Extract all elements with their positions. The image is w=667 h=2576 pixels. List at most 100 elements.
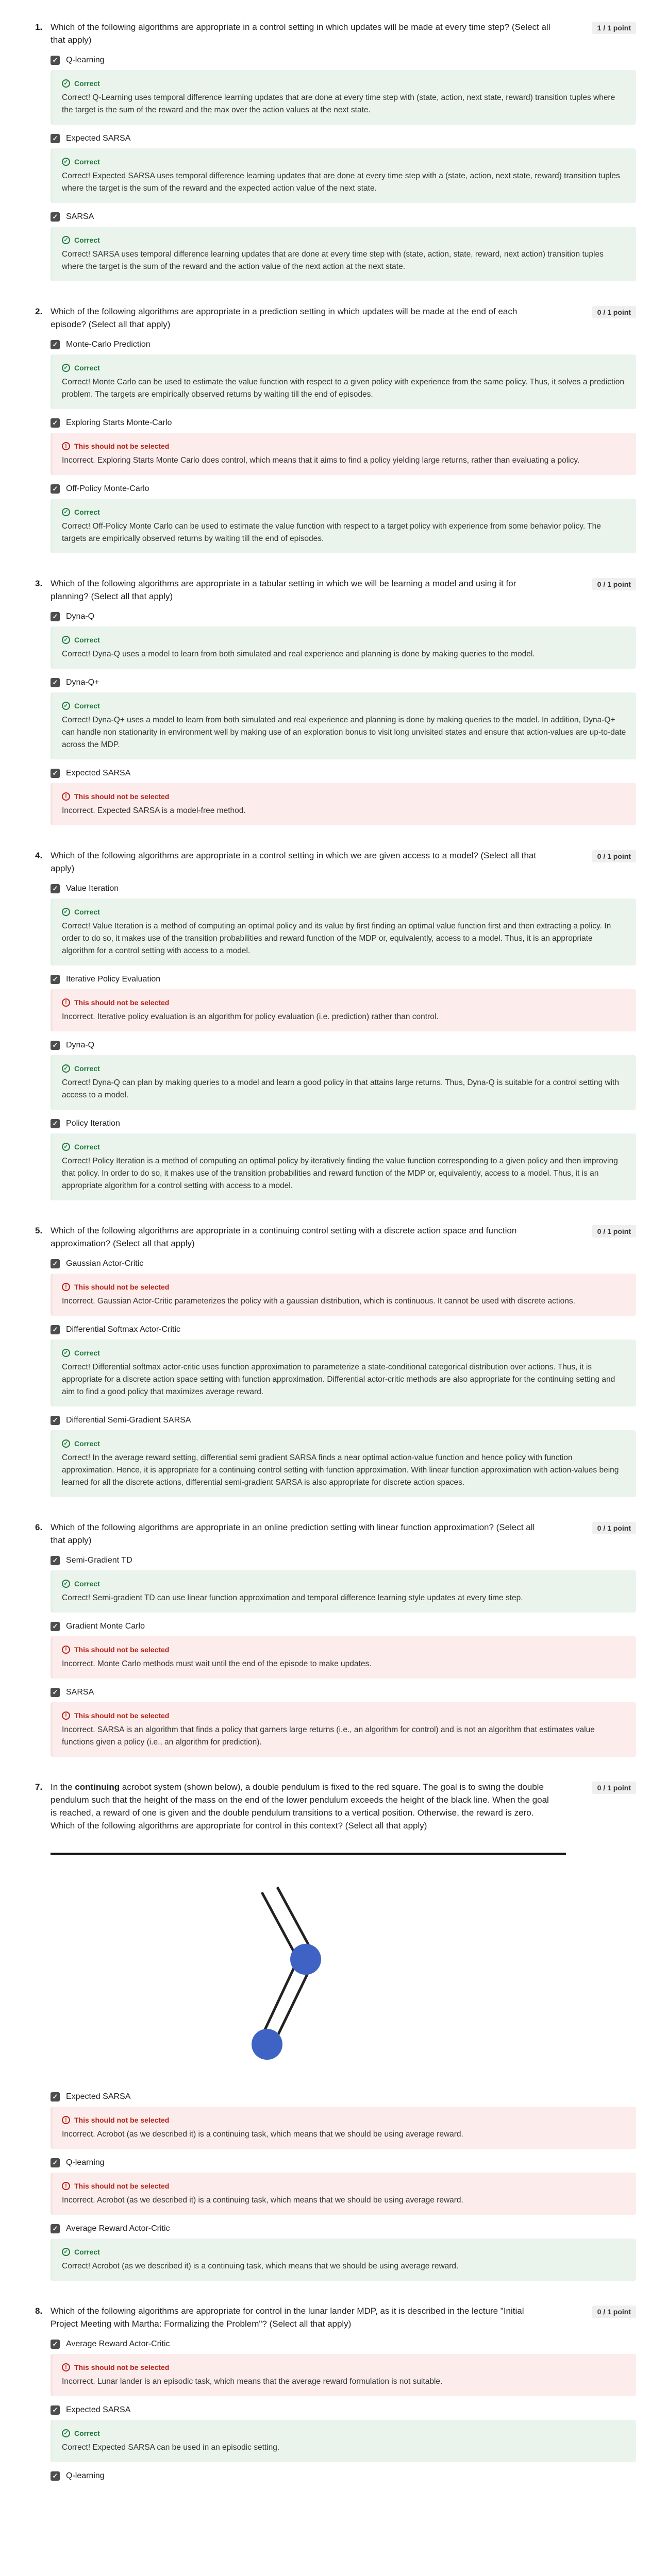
option-label: Average Reward Actor-Critic — [66, 2340, 170, 2348]
option-row[interactable]: ✓ SARSA — [51, 1688, 636, 1697]
answer-option: ✓ SARSA ✓ Correct Correct! SARSA uses tempor… — [51, 212, 636, 281]
feedback-title: ✓ Correct — [62, 77, 627, 90]
answer-options: ✓ Gaussian Actor-Critic ! This should not b… — [51, 1259, 636, 1497]
feedback-text: Correct! Q-Learning uses temporal differ… — [62, 93, 615, 114]
question-prompt: In the continuing acrobot system (shown … — [51, 1781, 551, 1832]
checked-checkbox-icon[interactable]: ✓ — [51, 1259, 60, 1268]
correct-feedback: ✓ Correct Correct! Off-Policy Monte Carlo … — [51, 499, 636, 553]
option-row[interactable]: ✓ Differential Softmax Actor-Critic — [51, 1325, 636, 1334]
checked-checkbox-icon[interactable]: ✓ — [51, 2405, 60, 2415]
feedback-title-text: This should not be selected — [74, 442, 170, 450]
feedback-title-text: Correct — [74, 1349, 100, 1357]
option-row[interactable]: ✓ Average Reward Actor-Critic — [51, 2340, 636, 2349]
option-row[interactable]: ✓ Monte-Carlo Prediction — [51, 340, 636, 349]
option-row[interactable]: ✓ Policy Iteration — [51, 1119, 636, 1128]
checked-checkbox-icon[interactable]: ✓ — [51, 418, 60, 428]
points-badge: 0 / 1 point — [592, 850, 636, 862]
check-circle-icon: ✓ — [62, 908, 70, 916]
feedback-text: Correct! Semi-gradient TD can use linear… — [62, 1594, 523, 1602]
checked-checkbox-icon[interactable]: ✓ — [51, 678, 60, 687]
feedback-text: Correct! Policy Iteration is a method of… — [62, 1157, 618, 1190]
option-row[interactable]: ✓ Q-learning — [51, 56, 636, 65]
prompt-part: In the — [51, 1782, 75, 1792]
option-row[interactable]: ✓ Expected SARSA — [51, 2092, 636, 2102]
check-circle-icon: ✓ — [62, 702, 70, 710]
checked-checkbox-icon[interactable]: ✓ — [51, 2224, 60, 2233]
answer-options: ✓ Monte-Carlo Prediction ✓ Correct Correct! … — [51, 340, 636, 553]
checked-checkbox-icon[interactable]: ✓ — [51, 2092, 60, 2102]
answer-option: ✓ Expected SARSA! This should not be selec… — [51, 2092, 636, 2149]
feedback-title-text: Correct — [74, 79, 100, 88]
feedback-text: Incorrect. Acrobot (as we described it) … — [62, 2130, 463, 2139]
checked-checkbox-icon[interactable]: ✓ — [51, 1119, 60, 1128]
correct-feedback: ✓ Correct Correct! Acrobot (as we describe… — [51, 2239, 636, 2281]
correct-feedback: ✓ Correct Correct! Policy Iteration is a m… — [51, 1133, 636, 1200]
feedback-title: ! This should not be selected — [62, 440, 627, 452]
option-label: Q-learning — [66, 2158, 105, 2167]
option-row[interactable]: ✓ Gaussian Actor-Critic — [51, 1259, 636, 1268]
checked-checkbox-icon[interactable]: ✓ — [51, 884, 60, 893]
feedback-text: Correct! Dyna-Q+ uses a model to learn f… — [62, 716, 626, 749]
checked-checkbox-icon[interactable]: ✓ — [51, 1325, 60, 1334]
option-row[interactable]: ✓ Semi-Gradient TD — [51, 1556, 636, 1565]
option-label: SARSA — [66, 212, 94, 221]
checked-checkbox-icon[interactable]: ✓ — [51, 975, 60, 984]
question-prompt: Which of the following algorithms are ap… — [51, 22, 551, 45]
option-row[interactable]: ✓ Dyna-Q — [51, 612, 636, 621]
option-row[interactable]: ✓ Gradient Monte Carlo — [51, 1622, 636, 1631]
option-row[interactable]: ✓ Q-learning — [51, 2471, 636, 2481]
option-label: Dyna-Q+ — [66, 678, 99, 687]
checked-checkbox-icon[interactable]: ✓ — [51, 340, 60, 349]
option-row[interactable]: ✓ Value Iteration — [51, 884, 636, 893]
option-row[interactable]: ✓ Exploring Starts Monte-Carlo — [51, 418, 636, 428]
option-row[interactable]: ✓ Q-learning — [51, 2158, 636, 2167]
feedback-title-text: This should not be selected — [74, 792, 170, 801]
checked-checkbox-icon[interactable]: ✓ — [51, 1041, 60, 1050]
option-row[interactable]: ✓ Off-Policy Monte-Carlo — [51, 484, 636, 494]
checked-checkbox-icon[interactable]: ✓ — [51, 1416, 60, 1425]
feedback-text: Incorrect. Expected SARSA is a model-fre… — [62, 806, 246, 815]
question-number: 2. — [35, 307, 43, 316]
checked-checkbox-icon[interactable]: ✓ — [51, 134, 60, 143]
checked-checkbox-icon[interactable]: ✓ — [51, 2158, 60, 2167]
feedback-title: ! This should not be selected — [62, 2361, 627, 2374]
feedback-text: Correct! Expected SARSA uses temporal di… — [62, 172, 620, 193]
answer-option: ✓ Expected SARSA ✓ Correct Correct! Expected… — [51, 2405, 636, 2462]
option-row[interactable]: ✓ Expected SARSA — [51, 769, 636, 778]
alert-circle-icon: ! — [62, 1646, 70, 1654]
option-row[interactable]: ✓ Iterative Policy Evaluation — [51, 975, 636, 984]
option-row[interactable]: ✓ SARSA — [51, 212, 636, 222]
checked-checkbox-icon[interactable]: ✓ — [51, 2340, 60, 2349]
checked-checkbox-icon[interactable]: ✓ — [51, 612, 60, 621]
option-row[interactable]: ✓ Dyna-Q+ — [51, 678, 636, 687]
option-row[interactable]: ✓ Differential Semi-Gradient SARSA — [51, 1416, 636, 1425]
answer-options: ✓ Expected SARSA! This should not be selec… — [51, 2092, 636, 2281]
option-row[interactable]: ✓ Expected SARSA — [51, 134, 636, 143]
feedback-title: ✓ Correct — [62, 506, 627, 518]
answer-option: ✓ Expected SARSA! This should not be selec… — [51, 769, 636, 825]
incorrect-feedback: ! This should not be selected Incorrect. G… — [51, 1274, 636, 1316]
checked-checkbox-icon[interactable]: ✓ — [51, 212, 60, 222]
correct-feedback: ✓ Correct Correct! Dyna-Q+ uses a model to… — [51, 692, 636, 759]
feedback-title: ✓ Correct — [62, 2246, 627, 2258]
checked-checkbox-icon[interactable]: ✓ — [51, 769, 60, 778]
feedback-title: ✓ Correct — [62, 906, 627, 918]
feedback-title: ✓ Correct — [62, 234, 627, 246]
checked-checkbox-icon[interactable]: ✓ — [51, 484, 60, 494]
checked-checkbox-icon[interactable]: ✓ — [51, 1622, 60, 1631]
question-text: 7. In the continuing acrobot system (show… — [35, 1781, 551, 1832]
option-row[interactable]: ✓ Average Reward Actor-Critic — [51, 2224, 636, 2233]
option-row[interactable]: ✓ Expected SARSA — [51, 2405, 636, 2415]
alert-circle-icon: ! — [62, 2182, 70, 2190]
check-circle-icon: ✓ — [62, 364, 70, 372]
option-label: Policy Iteration — [66, 1119, 120, 1128]
answer-options: ✓ Average Reward Actor-Critic ! This should… — [51, 2340, 636, 2481]
check-circle-icon: ✓ — [62, 2429, 70, 2437]
question-text: 3. Which of the following algorithms are … — [35, 577, 551, 603]
checked-checkbox-icon[interactable]: ✓ — [51, 2471, 60, 2481]
feedback-text: Correct! Monte Carlo can be used to esti… — [62, 378, 624, 399]
checked-checkbox-icon[interactable]: ✓ — [51, 56, 60, 65]
checked-checkbox-icon[interactable]: ✓ — [51, 1688, 60, 1697]
checked-checkbox-icon[interactable]: ✓ — [51, 1556, 60, 1565]
option-row[interactable]: ✓ Dyna-Q — [51, 1041, 636, 1050]
